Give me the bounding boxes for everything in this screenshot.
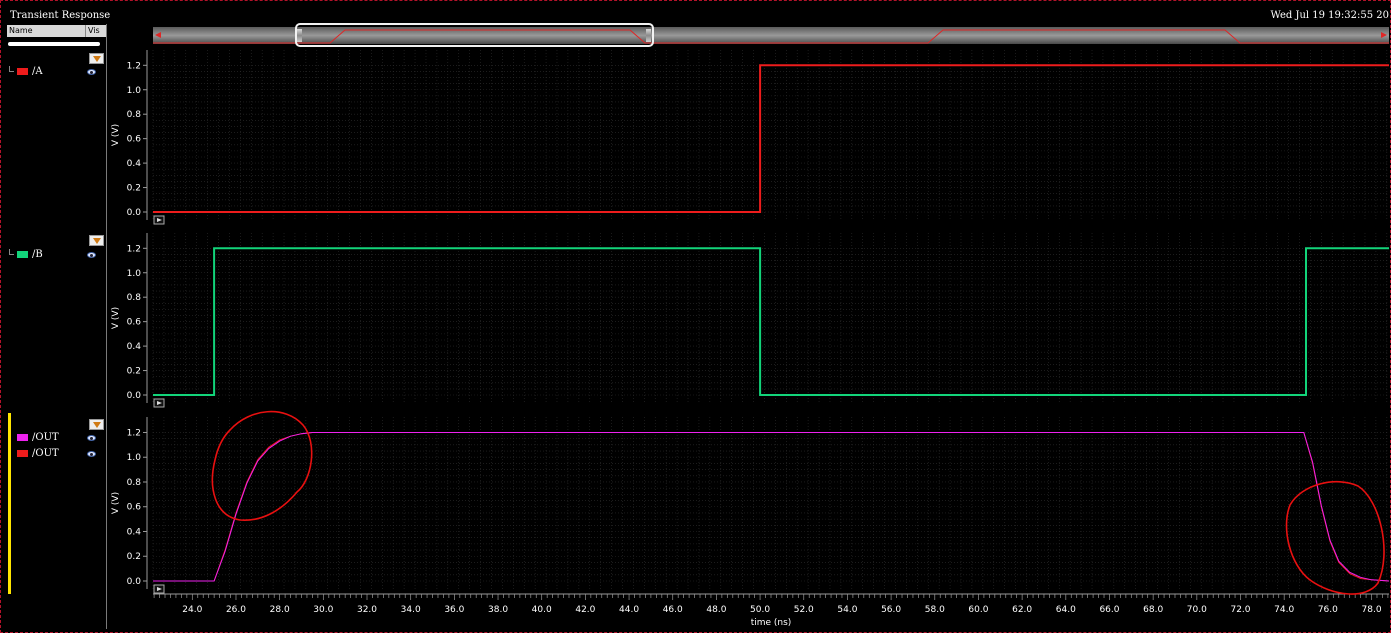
x-tick-label: 46.0 bbox=[663, 605, 683, 615]
y-tick-label: 0.8 bbox=[127, 293, 142, 303]
x-tick-label: 64.0 bbox=[1056, 605, 1076, 615]
overview-right-handle[interactable] bbox=[646, 29, 651, 42]
y-tick-label: 1.2 bbox=[127, 428, 141, 438]
x-tick-label: 76.0 bbox=[1318, 605, 1338, 615]
y-tick-label: 0.4 bbox=[127, 342, 142, 352]
y-tick-label: 0.6 bbox=[127, 135, 142, 145]
x-tick-label: 34.0 bbox=[401, 605, 421, 615]
x-tick-label: 28.0 bbox=[270, 605, 290, 615]
y-tick-label: 0.0 bbox=[127, 391, 142, 401]
strip-panel[interactable]: 0.0 0.2 0.4 0.6 0.8 1.0 1.2 V (V) bbox=[111, 233, 1389, 408]
x-tick-label: 52.0 bbox=[794, 605, 814, 615]
y-tick-label: 1.0 bbox=[127, 269, 142, 279]
x-tick-label: 72.0 bbox=[1230, 605, 1250, 615]
x-tick-label: 54.0 bbox=[837, 605, 857, 615]
x-axis: 24.0 26.0 28.0 30.0 32.0 34.0 36.0 38.0 40.0 42.0… bbox=[153, 593, 1389, 628]
plot-area[interactable] bbox=[153, 417, 1389, 589]
y-tick-label: 0.2 bbox=[127, 184, 141, 194]
x-tick-label: 36.0 bbox=[444, 605, 464, 615]
y-axis-label: V (V) bbox=[111, 492, 121, 514]
x-tick-label: 40.0 bbox=[532, 605, 552, 615]
y-tick-label: 0.2 bbox=[127, 552, 141, 562]
y-tick-label: 0.8 bbox=[127, 478, 142, 488]
x-tick-label: 56.0 bbox=[881, 605, 901, 615]
y-tick-label: 0.4 bbox=[127, 159, 142, 169]
x-tick-label: 42.0 bbox=[575, 605, 595, 615]
strip-panel[interactable]: 0.0 0.2 0.4 0.6 0.8 1.0 1.2 V (V) bbox=[111, 417, 1390, 594]
y-axis-label: V (V) bbox=[111, 307, 121, 329]
y-tick-label: 1.0 bbox=[127, 86, 142, 96]
strip-panel[interactable]: 0.0 0.2 0.4 0.6 0.8 1.0 1.2 V (V) bbox=[111, 50, 1389, 225]
x-tick-label: 74.0 bbox=[1274, 605, 1294, 615]
x-tick-label: 62.0 bbox=[1012, 605, 1032, 615]
y-tick-label: 0.8 bbox=[127, 110, 142, 120]
overview-left-handle[interactable] bbox=[297, 29, 302, 42]
x-tick-label: 38.0 bbox=[488, 605, 508, 615]
x-tick-label: 24.0 bbox=[182, 605, 202, 615]
x-tick-label: 60.0 bbox=[968, 605, 988, 615]
y-tick-label: 0.0 bbox=[127, 208, 142, 218]
x-tick-label: 44.0 bbox=[619, 605, 639, 615]
x-tick-label: 70.0 bbox=[1187, 605, 1207, 615]
x-tick-label: 48.0 bbox=[706, 605, 726, 615]
y-tick-label: 0.6 bbox=[127, 318, 142, 328]
x-axis-label: time (ns) bbox=[751, 618, 792, 628]
overview-bar[interactable] bbox=[153, 23, 1389, 47]
x-tick-label: 32.0 bbox=[357, 605, 377, 615]
y-tick-label: 1.2 bbox=[127, 61, 141, 71]
y-tick-label: 1.0 bbox=[127, 453, 142, 463]
y-tick-label: 0.2 bbox=[127, 367, 141, 377]
waveform-plot[interactable]: 0.00.20.40.60.81.01.2V (V)0.00.20.40.60.… bbox=[0, 0, 1391, 633]
x-tick-label: 26.0 bbox=[226, 605, 246, 615]
x-tick-label: 78.0 bbox=[1362, 605, 1382, 615]
y-tick-label: 1.2 bbox=[127, 244, 141, 254]
x-tick-label: 50.0 bbox=[750, 605, 770, 615]
x-tick-label: 68.0 bbox=[1143, 605, 1163, 615]
x-tick-label: 30.0 bbox=[313, 605, 333, 615]
y-tick-label: 0.0 bbox=[127, 577, 142, 587]
y-axis-label: V (V) bbox=[111, 124, 121, 146]
x-tick-label: 66.0 bbox=[1099, 605, 1119, 615]
y-tick-label: 0.4 bbox=[127, 527, 142, 537]
x-tick-label: 58.0 bbox=[925, 605, 945, 615]
y-tick-label: 0.6 bbox=[127, 503, 142, 513]
